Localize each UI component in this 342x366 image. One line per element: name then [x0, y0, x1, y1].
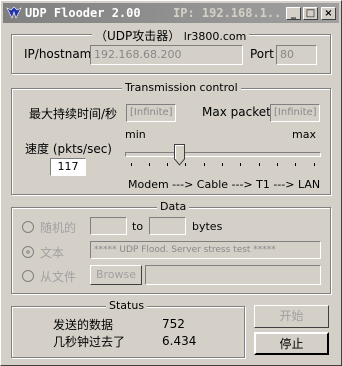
maximize-button[interactable]: □: [303, 7, 318, 20]
max-packets-label: Max packets: [202, 105, 278, 119]
slider-tick: [222, 163, 223, 166]
status-legend: Status: [106, 299, 148, 312]
title-bar: UDP Flooder 2.00 IP: 192.168.1... _ □ ×: [3, 3, 339, 23]
slider-tick: [149, 163, 150, 166]
browse-button[interactable]: Browse: [90, 265, 142, 285]
slider-min-label: min: [125, 128, 146, 141]
target-group-legend: （UDP攻击器） lr3800.com: [92, 27, 250, 44]
start-button[interactable]: 开始: [254, 305, 329, 328]
port-label: Port: [250, 47, 274, 61]
window-title-ip: IP: 192.168.1...: [173, 6, 283, 20]
window-title: UDP Flooder 2.00: [25, 6, 141, 20]
stop-button[interactable]: 停止: [254, 332, 329, 355]
slider-tick: [204, 163, 205, 166]
slider-tick: [295, 163, 296, 166]
max-packets-input[interactable]: [Infinite]: [270, 104, 320, 122]
to-label: to: [132, 220, 144, 233]
elapsed-label: 几秒钟过去了: [53, 335, 126, 349]
random-max-input[interactable]: [149, 217, 186, 235]
sent-value: 752: [162, 317, 185, 331]
app-window: UDP Flooder 2.00 IP: 192.168.1... _ □ × …: [0, 0, 342, 366]
speed-label: 速度 (pkts/sec): [25, 142, 112, 156]
slider-track: [125, 152, 321, 157]
speed-slider[interactable]: [125, 144, 321, 168]
slider-tick: [314, 163, 315, 166]
minimize-button[interactable]: _: [286, 7, 301, 20]
radio-random[interactable]: [22, 221, 34, 233]
host-input[interactable]: 192.168.68.200: [90, 45, 243, 65]
radio-file[interactable]: [22, 270, 34, 282]
radio-text[interactable]: [22, 246, 34, 258]
slider-max-label: max: [292, 128, 316, 141]
slider-tick: [131, 163, 132, 166]
file-path-input[interactable]: [145, 265, 321, 285]
data-legend: Data: [157, 200, 190, 213]
file-label: 从文件: [40, 270, 77, 284]
random-label: 随机的: [40, 221, 77, 235]
slider-tick: [185, 163, 186, 166]
speed-value: 117: [50, 158, 86, 176]
text-input[interactable]: ***** UDP Flood. Server stress test ****…: [90, 241, 321, 259]
slider-tick: [240, 163, 241, 166]
close-button[interactable]: ×: [321, 7, 336, 20]
slider-tick: [259, 163, 260, 166]
random-min-input[interactable]: [90, 217, 127, 235]
status-group: Status: [11, 299, 245, 358]
slider-thumb[interactable]: [174, 144, 185, 166]
max-time-input[interactable]: [Infinite]: [126, 104, 176, 122]
port-input[interactable]: 80: [276, 45, 317, 65]
host-label: IP/hostname: [24, 47, 99, 61]
slider-tick: [167, 163, 168, 166]
bytes-label: bytes: [192, 220, 223, 233]
max-time-label: 最大持续时间/秒: [29, 107, 118, 121]
app-icon: [6, 6, 22, 19]
elapsed-value: 6.434: [162, 334, 197, 348]
speed-scale-label: Modem ---> Cable ---> T1 ---> LAN: [128, 178, 321, 191]
transmission-legend: Transmission control: [122, 81, 241, 94]
text-label: 文本: [40, 246, 65, 260]
slider-tick: [277, 163, 278, 166]
sent-label: 发送的数据: [53, 318, 114, 332]
